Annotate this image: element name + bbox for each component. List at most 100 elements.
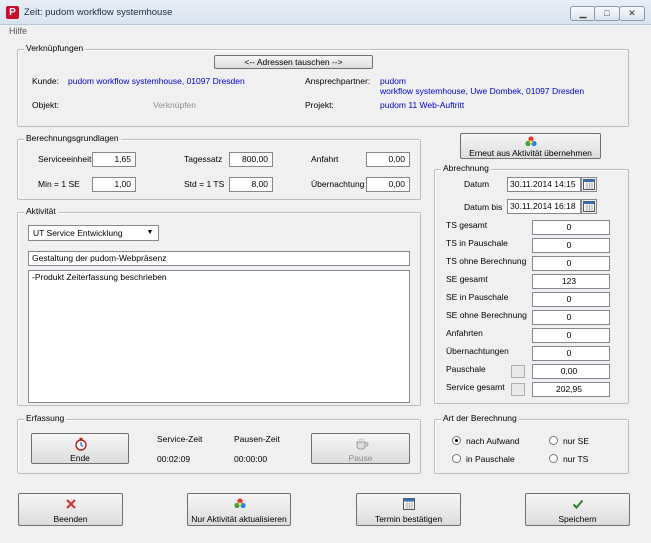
maximize-icon: □ xyxy=(604,8,610,18)
datum-bis-label: Datum bis xyxy=(464,202,503,212)
billing-row-label: TS ohne Berechnung xyxy=(446,256,527,266)
billing-row-label: SE ohne Berechnung xyxy=(446,310,527,320)
billing-row-value[interactable]: 0 xyxy=(532,220,610,235)
projekt-label: Projekt: xyxy=(305,100,334,110)
speichern-label: Speichern xyxy=(558,514,597,524)
capture-legend: Erfassung xyxy=(24,413,67,423)
reapply-activity-button[interactable]: Erneut aus Aktivität übernehmen xyxy=(460,133,601,159)
update-activity-button[interactable]: Nur Aktivität aktualisieren xyxy=(187,493,291,526)
billing-row-value[interactable]: 0,00 xyxy=(532,364,610,379)
minimize-icon: ▁ xyxy=(579,8,587,18)
pausen-zeit-label: Pausen-Zeit xyxy=(234,434,280,444)
billing-row-label: Übernachtungen xyxy=(446,346,509,356)
billing-legend: Abrechnung xyxy=(441,163,491,173)
datum-bis-field[interactable]: 30.11.2014 16:18 xyxy=(507,199,581,214)
calc-type-group: Art der Berechnung nach Aufwand nur SE i… xyxy=(434,413,629,474)
reapply-activity-label: Erneut aus Aktivität übernehmen xyxy=(469,148,592,158)
objekt-label: Objekt: xyxy=(32,100,59,110)
speichern-button[interactable]: Speichern xyxy=(525,493,630,526)
menu-bar: Hilfe xyxy=(0,25,651,39)
service-gesamt-edit-button[interactable] xyxy=(511,383,525,396)
billing-row-value[interactable]: 0 xyxy=(532,238,610,253)
billing-row-value[interactable]: 0 xyxy=(532,292,610,307)
min-se-field[interactable]: 1,00 xyxy=(92,177,136,192)
calc-type-legend: Art der Berechnung xyxy=(441,413,519,423)
anfahrt-field[interactable]: 0,00 xyxy=(366,152,410,167)
links-group: Verknüpfungen <-- Adressen tauschen --> … xyxy=(17,43,629,127)
serviceeinheit-field[interactable]: 1,65 xyxy=(92,152,136,167)
billing-row-label: Service gesamt xyxy=(446,382,505,392)
activity-select[interactable]: UT Service Entwicklung ▼ xyxy=(28,225,159,241)
objekt-link[interactable]: Verknüpfen xyxy=(153,100,196,110)
tagessatz-field[interactable]: 800,00 xyxy=(229,152,273,167)
ende-button[interactable]: Ende xyxy=(31,433,129,464)
radio-in-pauschale[interactable] xyxy=(452,454,461,463)
datum-field[interactable]: 30.11.2014 14:15 xyxy=(507,177,581,192)
close-button[interactable]: ✕ xyxy=(619,6,645,21)
activity-legend: Aktivität xyxy=(24,206,58,216)
radio-nur-ts-label[interactable]: nur TS xyxy=(563,454,588,464)
basis-legend: Berechnungsgrundlagen xyxy=(24,133,121,143)
datum-calendar-button[interactable] xyxy=(581,177,597,192)
billing-row-value[interactable]: 123 xyxy=(532,274,610,289)
billing-row-value[interactable]: 202,95 xyxy=(532,382,610,397)
uebernachtung-label: Übernachtung xyxy=(311,179,365,189)
reapply-activity-icon xyxy=(525,136,537,147)
confirm-appointment-button[interactable]: Termin bestätigen xyxy=(356,493,461,526)
minimize-button[interactable]: ▁ xyxy=(570,6,596,21)
basis-group: Berechnungsgrundlagen Serviceeinheit 1,6… xyxy=(17,133,421,200)
radio-nur-se-label[interactable]: nur SE xyxy=(563,436,589,446)
activity-title-field[interactable]: Gestaltung der pudom-Webpräsenz xyxy=(28,251,410,266)
radio-in-pauschale-label[interactable]: in Pauschale xyxy=(466,454,515,464)
pausen-zeit-value: 00:00:00 xyxy=(234,454,268,464)
activity-select-value: UT Service Entwicklung xyxy=(33,228,123,238)
billing-row-value[interactable]: 0 xyxy=(532,346,610,361)
beenden-button[interactable]: Beenden xyxy=(18,493,123,526)
swap-addresses-button[interactable]: <-- Adressen tauschen --> xyxy=(214,55,373,69)
radio-nach-aufwand-label[interactable]: nach Aufwand xyxy=(466,436,519,446)
calendar-icon xyxy=(403,498,415,510)
close-icon: ✕ xyxy=(628,8,636,18)
ansprechpartner-address[interactable]: workflow systemhouse, Uwe Dombek, 01097 … xyxy=(380,86,584,96)
kunde-label: Kunde: xyxy=(32,76,59,86)
billing-row-value[interactable]: 0 xyxy=(532,310,610,325)
maximize-button[interactable]: □ xyxy=(594,6,620,21)
menu-item-hilfe[interactable]: Hilfe xyxy=(9,26,27,36)
pauschale-edit-button[interactable] xyxy=(511,365,525,378)
billing-group: Abrechnung Datum 30.11.2014 14:15 Datum … xyxy=(434,163,629,404)
window-title: Zeit: pudom workflow systemhouse xyxy=(24,7,173,18)
confirm-appointment-label: Termin bestätigen xyxy=(374,514,443,524)
serviceeinheit-label: Serviceeinheit xyxy=(38,154,92,164)
ende-label: Ende xyxy=(70,453,90,463)
radio-nach-aufwand[interactable] xyxy=(452,436,461,445)
stopwatch-icon xyxy=(75,437,87,451)
activity-text-area[interactable]: -Produkt Zeiterfassung beschrieben xyxy=(28,270,410,403)
service-zeit-value: 00:02:09 xyxy=(157,454,191,464)
beenden-label: Beenden xyxy=(53,514,88,524)
kunde-link[interactable]: pudom workflow systemhouse, 01097 Dresde… xyxy=(68,76,245,86)
billing-row-value[interactable]: 0 xyxy=(532,328,610,343)
radio-nur-ts[interactable] xyxy=(549,454,558,463)
tagessatz-label: Tagessatz xyxy=(184,154,223,164)
billing-row-label: SE in Pauschale xyxy=(446,292,509,302)
billing-row-value[interactable]: 0 xyxy=(532,256,610,271)
anfahrt-label: Anfahrt xyxy=(311,154,339,164)
window-title-bar[interactable]: P Zeit: pudom workflow systemhouse ▁ □ ✕ xyxy=(0,0,651,25)
datum-bis-calendar-button[interactable] xyxy=(581,199,597,214)
update-activity-label: Nur Aktivität aktualisieren xyxy=(191,514,287,524)
billing-row-label: Pauschale xyxy=(446,364,486,374)
service-zeit-label: Service-Zeit xyxy=(157,434,203,444)
billing-row-label: TS in Pauschale xyxy=(446,238,508,248)
chevron-down-icon[interactable]: ▼ xyxy=(144,227,156,239)
pause-label: Pause xyxy=(348,453,373,463)
ansprechpartner-label: Ansprechpartner: xyxy=(305,76,371,86)
billing-row-label: Anfahrten xyxy=(446,328,483,338)
std-ts-field[interactable]: 8,00 xyxy=(229,177,273,192)
projekt-link[interactable]: pudom 11 Web-Auftritt xyxy=(380,100,464,110)
uebernachtung-field[interactable]: 0,00 xyxy=(366,177,410,192)
std-ts-label: Std = 1 TS xyxy=(184,179,225,189)
pause-button[interactable]: Pause xyxy=(311,433,410,464)
checkmark-icon xyxy=(572,499,584,509)
ansprechpartner-link[interactable]: pudom xyxy=(380,76,406,86)
radio-nur-se[interactable] xyxy=(549,436,558,445)
